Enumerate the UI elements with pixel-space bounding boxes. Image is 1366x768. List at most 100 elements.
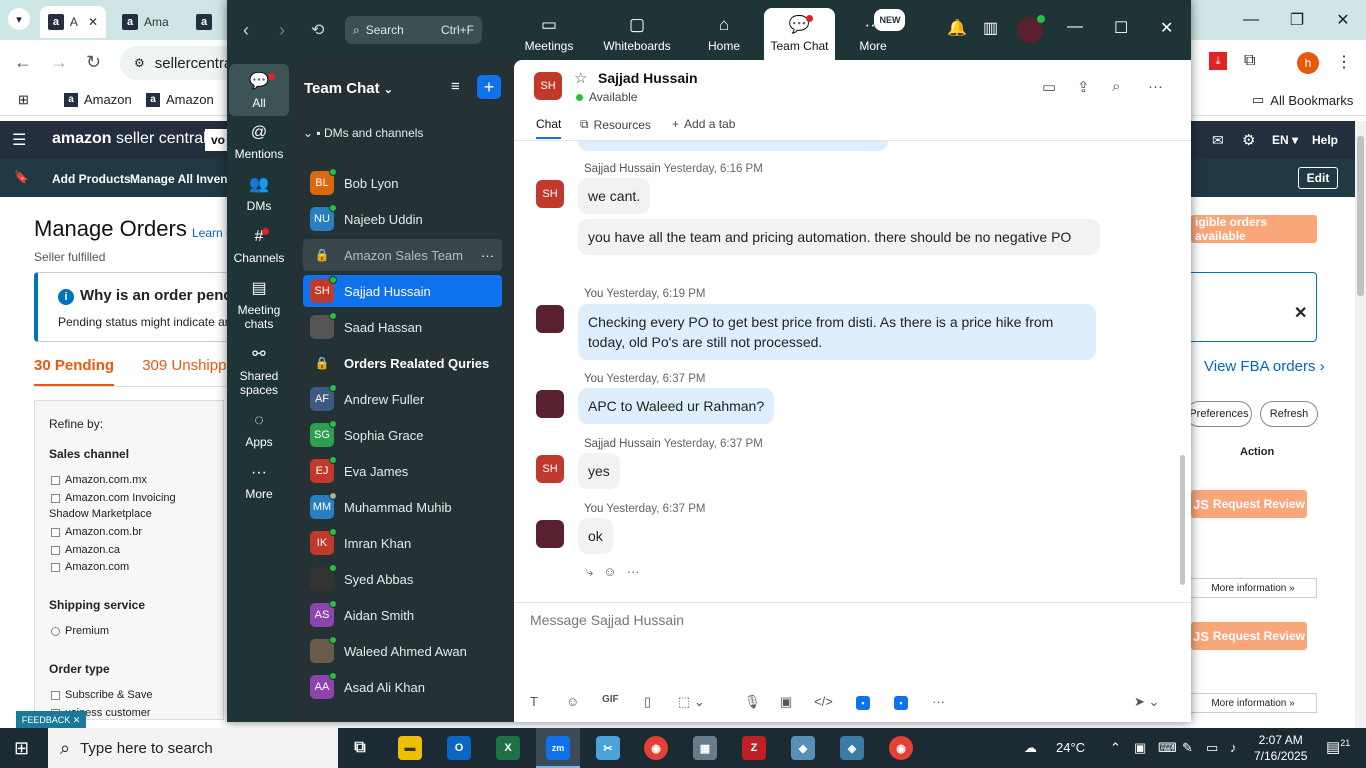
more-options-icon[interactable]: ···: [932, 694, 945, 709]
more-information-button[interactable]: More information »: [1189, 578, 1317, 598]
page-scrollbar-thumb[interactable]: [1357, 136, 1364, 296]
history-icon[interactable]: ⟲: [311, 20, 324, 40]
tab-whiteboards[interactable]: ▢ Whiteboards: [597, 8, 677, 60]
app-icon[interactable]: ◆: [791, 736, 815, 760]
close-window-icon[interactable]: ✕: [1320, 0, 1366, 40]
weather-icon[interactable]: ☁: [1024, 740, 1037, 756]
feedback-button[interactable]: FEEDBACK ✕: [16, 711, 86, 729]
contact-item[interactable]: AS Aidan Smith: [303, 599, 502, 631]
wifi-icon[interactable]: ▭: [1206, 740, 1218, 756]
notifications-icon[interactable]: ▤21: [1326, 738, 1350, 756]
message-avatar[interactable]: [536, 305, 564, 333]
emoji-icon[interactable]: ☺: [566, 694, 579, 709]
hamburger-menu-icon[interactable]: ☰: [12, 130, 26, 150]
contact-item[interactable]: NU Najeeb Uddin: [303, 203, 502, 235]
mail-icon[interactable]: ✉: [1212, 132, 1224, 149]
contact-item[interactable]: SG Sophia Grace: [303, 419, 502, 451]
more-options-icon[interactable]: ···: [627, 564, 640, 580]
reply-icon[interactable]: ⤷: [586, 564, 593, 580]
screenshot-icon[interactable]: ⬚ ⌄: [678, 694, 705, 710]
tab-team-chat[interactable]: 💬 Team Chat: [764, 8, 835, 60]
eligible-orders-button[interactable]: igible orders available: [1191, 215, 1317, 243]
outlook-icon[interactable]: O: [447, 736, 471, 760]
forward-arrow-icon[interactable]: →: [50, 52, 68, 73]
channel-checkbox[interactable]: Amazon.ca: [51, 544, 120, 556]
all-bookmarks[interactable]: ▭ All Bookmarks: [1252, 92, 1353, 108]
more-options-icon[interactable]: ···: [1148, 78, 1163, 95]
chat-scrollbar[interactable]: [1180, 455, 1185, 585]
bookmark-item[interactable]: a Amazon: [64, 92, 132, 107]
subnav-add-products[interactable]: Add Products: [52, 172, 131, 186]
zoom-minimize-icon[interactable]: —: [1067, 18, 1083, 36]
app-integration-icon[interactable]: ▪: [894, 696, 908, 710]
pen-icon[interactable]: ✎: [1182, 740, 1193, 756]
help-link[interactable]: Help: [1312, 133, 1338, 147]
snipping-tool-icon[interactable]: ✂: [596, 736, 620, 760]
zoom-app-icon[interactable]: zm: [536, 736, 580, 768]
notifications-bell-icon[interactable]: 🔔: [947, 18, 967, 38]
minimize-icon[interactable]: —: [1228, 0, 1274, 40]
zoom-profile-avatar[interactable]: [1017, 15, 1045, 43]
zoom-maximize-icon[interactable]: ☐: [1114, 18, 1128, 38]
contact-item[interactable]: BL Bob Lyon: [303, 167, 502, 199]
contact-item[interactable]: AA Asad Ali Khan: [303, 671, 502, 703]
message-input[interactable]: Message Sajjad Hussain: [530, 612, 684, 628]
chrome-icon[interactable]: ◉: [889, 736, 913, 760]
request-review-button[interactable]: JS Request Review: [1191, 622, 1307, 650]
calculator-icon[interactable]: ▦: [693, 736, 717, 760]
browser-tab-active[interactable]: a A ✕: [40, 6, 106, 38]
search-icon[interactable]: ⌕: [1112, 78, 1120, 95]
taskbar-clock[interactable]: 2:07 AM 7/16/2025: [1254, 732, 1307, 764]
extensions-icon[interactable]: ⧉: [1244, 52, 1255, 70]
chat-tab-resources[interactable]: ⧉ Resources: [580, 117, 651, 132]
filter-icon[interactable]: ≡: [451, 78, 460, 95]
tab-unshipped[interactable]: 309 Unshippe: [142, 357, 235, 374]
rail-meeting-chats[interactable]: ▤ Meeting chats: [229, 278, 289, 331]
browser-profile-avatar[interactable]: h: [1297, 52, 1319, 74]
rail-dms[interactable]: 👥 DMs: [229, 174, 289, 213]
site-info-icon[interactable]: ⚙: [134, 56, 145, 70]
browser-tab[interactable]: a Ama: [114, 6, 177, 38]
marketplace-selector[interactable]: vo: [205, 129, 227, 151]
send-icon[interactable]: ➤ ⌄: [1134, 694, 1159, 710]
chrome-menu-icon[interactable]: ⋮: [1336, 52, 1352, 72]
message-bubble[interactable]: yes: [578, 453, 620, 489]
view-fba-orders-link[interactable]: View FBA orders ›: [1204, 358, 1325, 375]
windows-start-icon[interactable]: ⊞: [14, 738, 29, 759]
text-format-icon[interactable]: T: [530, 694, 538, 709]
settings-gear-icon[interactable]: ⚙: [1242, 131, 1255, 149]
seller-central-logo[interactable]: amazon seller central: [52, 130, 207, 148]
zoom-forward-icon[interactable]: ›: [279, 20, 285, 41]
temperature[interactable]: 24°C: [1056, 740, 1085, 755]
zoom-back-icon[interactable]: ‹: [243, 20, 249, 41]
excel-icon[interactable]: X: [496, 736, 520, 760]
zoom-search[interactable]: ⌕ Search Ctrl+F: [345, 16, 482, 44]
tray-chevron-icon[interactable]: ⌃: [1110, 740, 1121, 756]
message-bubble[interactable]: ok: [578, 518, 613, 554]
contact-item[interactable]: Syed Abbas: [303, 563, 502, 595]
tab-search-dropdown-icon[interactable]: ▾: [8, 8, 30, 30]
dms-channels-section[interactable]: ⌄ ▪ DMs and channels: [303, 126, 423, 140]
contact-item[interactable]: Waleed Ahmed Awan: [303, 635, 502, 667]
rail-mentions[interactable]: @ Mentions: [229, 122, 289, 161]
refresh-button[interactable]: Refresh: [1260, 401, 1318, 427]
premium-radio[interactable]: Premium: [51, 625, 109, 637]
network-icon[interactable]: ⌨: [1158, 740, 1177, 756]
channel-checkbox[interactable]: Amazon.com.mx: [51, 474, 147, 486]
page-scrollbar[interactable]: [1355, 121, 1366, 728]
message-bubble[interactable]: APC to Waleed ur Rahman?: [578, 388, 775, 424]
code-snippet-icon[interactable]: </>: [814, 694, 833, 709]
back-arrow-icon[interactable]: ←: [14, 52, 32, 73]
zoom-close-icon[interactable]: ✕: [1160, 18, 1173, 38]
file-explorer-icon[interactable]: ▬: [398, 736, 422, 760]
more-options-icon[interactable]: ···: [481, 248, 494, 263]
rail-more[interactable]: ··· More: [229, 462, 289, 501]
bookmark-icon[interactable]: 🔖: [14, 170, 29, 184]
apps-grid-icon[interactable]: ⊞: [18, 92, 29, 108]
dismiss-info-icon[interactable]: ✕: [1294, 303, 1307, 323]
chat-contact-name[interactable]: Sajjad Hussain: [598, 70, 698, 86]
tab-pending[interactable]: 30 Pending: [34, 357, 115, 386]
video-message-icon[interactable]: ▣: [780, 694, 792, 710]
microphone-icon[interactable]: 🎙: [744, 694, 761, 710]
apps-panel-icon[interactable]: ▥: [983, 18, 998, 38]
